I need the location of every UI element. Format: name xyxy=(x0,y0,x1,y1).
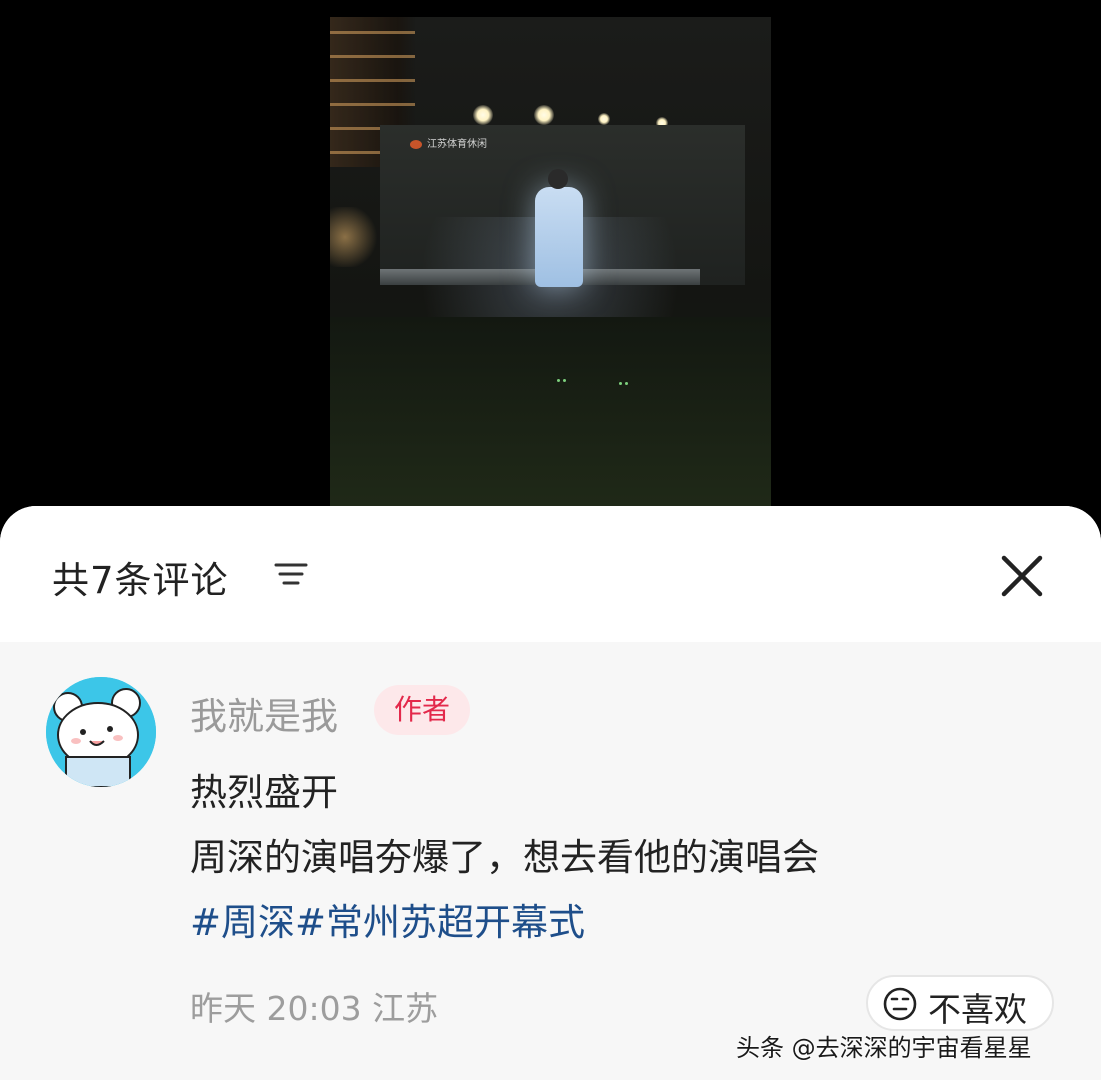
hashtag-link[interactable]: #常州苏超开幕式 xyxy=(295,901,585,944)
comments-sheet: 共7条评论 我就是我 作者 热烈盛开 周深的演唱夯爆了，想去看他的演唱会 #周深… xyxy=(0,506,1101,1080)
hashtag-link[interactable]: #周深 xyxy=(190,901,295,944)
performer-figure xyxy=(535,169,583,287)
comment-text-line: 热烈盛开 xyxy=(190,771,338,814)
stage-light xyxy=(534,105,554,125)
author-badge: 作者 xyxy=(374,685,471,735)
hashtag-row: #周深#常州苏超开幕式 xyxy=(190,892,585,946)
avatar[interactable] xyxy=(46,677,156,787)
filter-lines-icon[interactable] xyxy=(274,560,308,588)
bear-avatar-icon xyxy=(46,677,156,787)
green-light xyxy=(563,379,566,382)
green-light xyxy=(625,382,628,385)
neutral-face-icon xyxy=(883,987,917,1021)
trees-lights xyxy=(330,207,380,267)
watermark: 头条 @去深深的宇宙看星星 xyxy=(736,1034,1032,1062)
screen-logo: 江苏体育休闲 xyxy=(410,135,487,150)
dislike-label: 不喜欢 xyxy=(928,990,1027,1029)
video-frame[interactable]: 江苏体育休闲 xyxy=(330,17,771,517)
comment-item: 我就是我 作者 热烈盛开 周深的演唱夯爆了，想去看他的演唱会 #周深#常州苏超开… xyxy=(0,642,1101,1080)
author-name[interactable]: 我就是我 xyxy=(190,686,338,740)
green-light xyxy=(619,382,622,385)
comment-text-line: 周深的演唱夯爆了，想去看他的演唱会 xyxy=(190,836,819,879)
green-light xyxy=(557,379,560,382)
dislike-button[interactable]: 不喜欢 xyxy=(866,975,1054,1031)
lawn xyxy=(330,317,771,517)
comment-time-location: 昨天 20:03 江苏 xyxy=(190,989,439,1028)
close-x-icon[interactable] xyxy=(996,550,1048,602)
stage-light xyxy=(598,113,610,125)
comment-count-title: 共7条评论 xyxy=(52,559,229,602)
stage-light xyxy=(473,105,493,125)
comments-header: 共7条评论 xyxy=(0,506,1101,642)
